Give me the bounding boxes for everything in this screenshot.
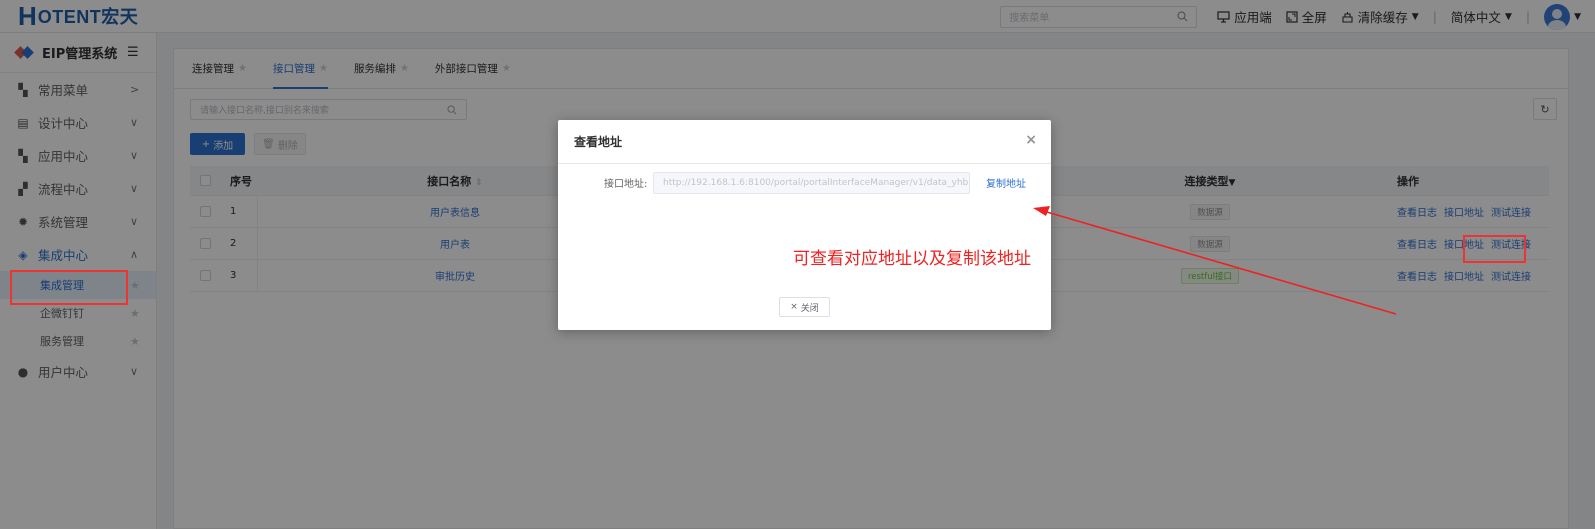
dialog-title: 查看地址	[574, 135, 623, 149]
dialog-header: 查看地址 ×	[558, 120, 1051, 164]
close-button-label: 关闭	[800, 303, 819, 314]
address-field-label: 接口地址:	[604, 179, 648, 190]
annotation-text: 可查看对应地址以及复制该地址	[793, 249, 1031, 269]
view-address-dialog: 查看地址 × 接口地址: http://192.168.1.6:8100/por…	[558, 120, 1051, 330]
address-field-row: 接口地址: http://192.168.1.6:8100/portal/por…	[558, 172, 1051, 194]
annotation-highlight-sidebar	[10, 270, 128, 305]
close-button[interactable]: × 关闭	[779, 297, 830, 317]
copy-address-link[interactable]: 复制地址	[986, 175, 1026, 190]
address-field[interactable]: http://192.168.1.6:8100/portal/portalInt…	[653, 172, 970, 194]
close-icon: ×	[790, 302, 798, 312]
close-icon[interactable]: ×	[1025, 132, 1037, 148]
annotation-highlight-address-link	[1463, 235, 1526, 263]
